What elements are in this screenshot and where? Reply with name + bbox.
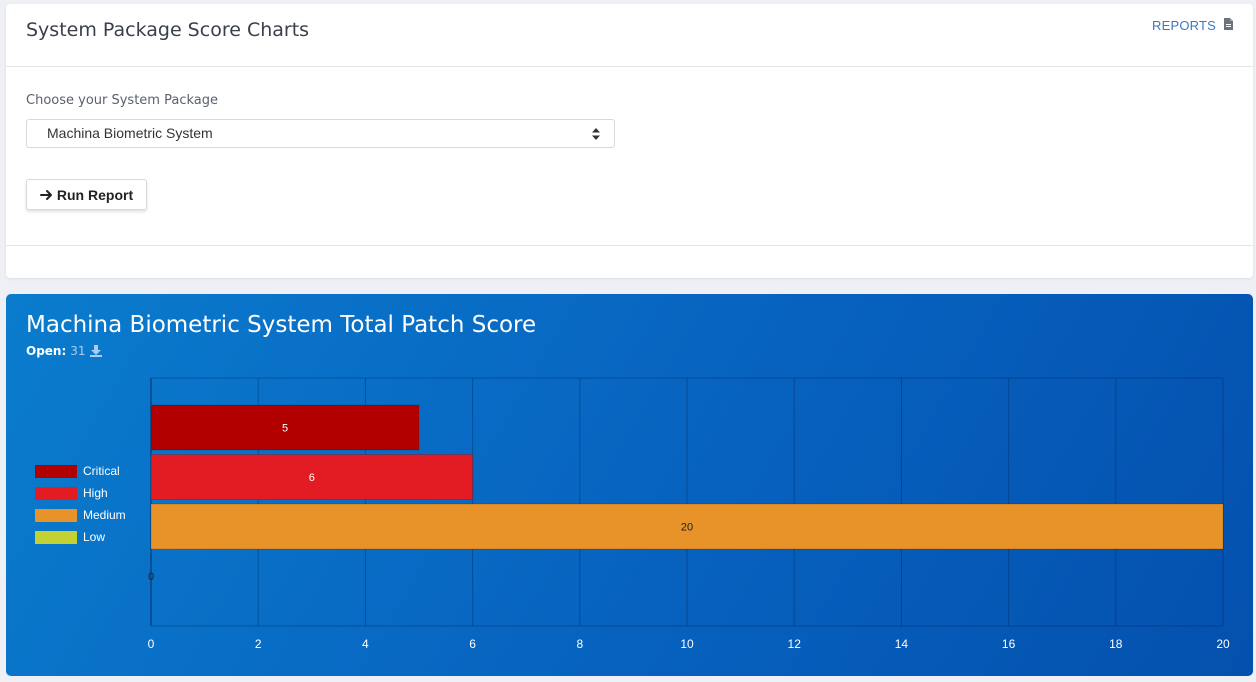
x-tick-label: 14: [895, 637, 909, 651]
x-tick-label: 12: [788, 637, 802, 651]
data-label-medium: 20: [681, 522, 693, 534]
package-select-label: Choose your System Package: [26, 93, 218, 108]
arrow-right-icon: [39, 189, 52, 200]
document-icon: [1224, 18, 1233, 33]
page-title: System Package Score Charts: [26, 19, 310, 41]
data-label-critical: 5: [282, 423, 288, 435]
x-tick-label: 10: [680, 637, 694, 651]
bar-chart: 0 2 4 6 8 10 12 14 16 18 20 5 6 20 0: [148, 377, 1230, 651]
data-label-high: 6: [309, 472, 315, 484]
reports-label: REPORTS: [1151, 18, 1216, 33]
run-report-button[interactable]: Run Report: [26, 179, 147, 210]
x-tick-label: 4: [362, 637, 369, 651]
x-tick-label: 8: [576, 637, 583, 651]
package-select-value: Machina Biometric System: [47, 125, 213, 141]
card-header: System Package Score Charts REPORTS: [6, 4, 1253, 67]
sort-arrows-icon: [592, 128, 600, 140]
reports-link[interactable]: REPORTS: [1152, 18, 1233, 33]
x-tick-label: 18: [1109, 637, 1123, 651]
report-selection-card: System Package Score Charts REPORTS Choo…: [6, 4, 1253, 278]
package-select[interactable]: Machina Biometric System: [26, 119, 615, 148]
x-tick-label: 6: [469, 637, 476, 651]
run-report-label: Run Report: [56, 186, 134, 203]
x-tick-label: 20: [1216, 637, 1230, 651]
divider: [6, 245, 1253, 246]
x-tick-label: 0: [148, 637, 155, 651]
x-tick-label: 16: [1002, 637, 1016, 651]
chart-card: Machina Biometric System Total Patch Sco…: [6, 294, 1253, 676]
x-tick-label: 2: [255, 637, 262, 651]
data-label-low: 0: [148, 571, 154, 583]
